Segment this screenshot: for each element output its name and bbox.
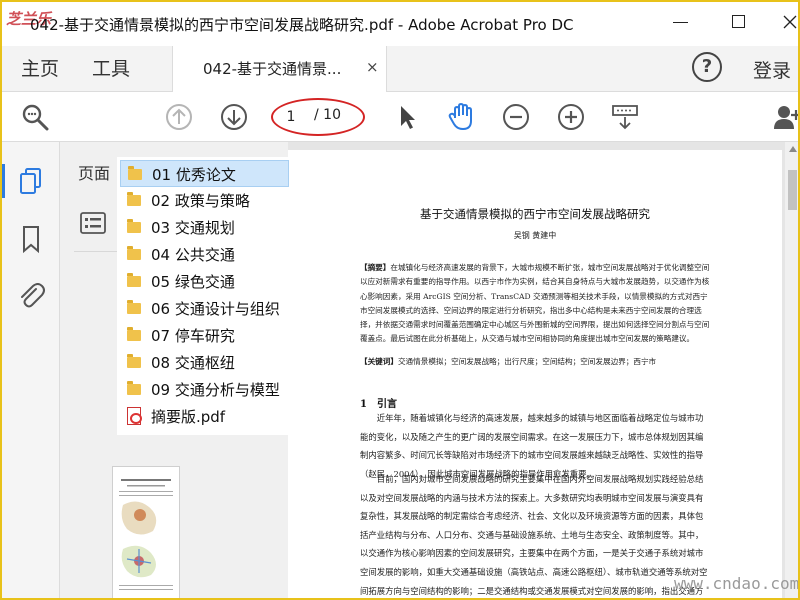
folder-item-label: 02 政策与策略 (151, 192, 250, 210)
pdf-file-icon (127, 407, 142, 425)
paragraph-2: 目前，国内对城市空间发展战略的研究主要集中在国内外空间发展战略规划实践经验总结以… (360, 474, 708, 596)
tab-close-button[interactable]: × (366, 58, 379, 76)
pdf-page: 基于交通情景模拟的西宁市空间发展战略研究 吴钢 黄建中 【摘要】在城镇化与经济高… (288, 150, 782, 598)
folder-icon (127, 381, 141, 395)
keywords-label: 【关键词】 (360, 357, 398, 366)
folder-icon (128, 166, 142, 180)
document-abstract: 【摘要】在城镇化与经济高速发展的背景下，大城市规模不断扩张，城市空间发展战略对于… (360, 261, 710, 347)
navigation-rail (2, 142, 60, 598)
abstract-text: 在城镇化与经济高速发展的背景下，大城市规模不断扩张，城市空间发展战略对于优化调整… (360, 263, 710, 344)
page-display-icon[interactable] (610, 102, 640, 132)
window-title: 042-基于交通情景模拟的西宁市空间发展战略研究.pdf - Adobe Acr… (30, 16, 574, 34)
maximize-button[interactable] (729, 12, 749, 32)
file-item[interactable]: 摘要版.pdf (120, 403, 289, 430)
zoom-out-icon[interactable] (501, 102, 531, 132)
folder-item[interactable]: 03 交通规划 (120, 214, 289, 241)
next-page-icon[interactable] (219, 102, 249, 132)
folder-icon (127, 246, 141, 260)
title-bar: 芝兰乐 042-基于交通情景模拟的西宁市空间发展战略研究.pdf - Adobe… (2, 2, 798, 46)
rail-active-indicator (2, 164, 5, 198)
close-icon (783, 15, 797, 29)
folder-item-label: 摘要版.pdf (151, 408, 226, 426)
document-viewer: 基于交通情景模拟的西宁市空间发展战略研究 吴钢 黄建中 【摘要】在城镇化与经济高… (288, 142, 798, 598)
menu-tab-bar: 主页 工具 042-基于交通情景... × ? 登录 (2, 46, 798, 92)
attachment-icon[interactable] (16, 280, 46, 310)
folder-icon (127, 327, 141, 341)
scroll-thumb[interactable] (788, 170, 797, 210)
folder-icon (127, 300, 141, 314)
highlight-annotation (271, 98, 365, 136)
abstract-label: 【摘要】 (360, 263, 391, 272)
search-icon[interactable] (20, 102, 50, 132)
folder-icon (127, 273, 141, 287)
document-title: 基于交通情景模拟的西宁市空间发展战略研究 (420, 207, 650, 221)
folder-icon (127, 219, 141, 233)
folder-item-label: 04 公共交通 (151, 246, 235, 264)
folder-item-label: 05 绿色交通 (151, 273, 235, 291)
folder-item[interactable]: 02 政策与策略 (120, 187, 289, 214)
select-arrow-icon[interactable] (392, 102, 422, 132)
document-authors: 吴钢 黄建中 (513, 231, 557, 240)
vertical-scrollbar[interactable] (785, 142, 798, 598)
folder-item[interactable]: 01 优秀论文 (120, 160, 289, 187)
login-button[interactable]: 登录 (753, 56, 791, 83)
hand-tool-icon[interactable] (446, 102, 476, 132)
folder-item-label: 06 交通设计与组织 (151, 300, 280, 318)
section-heading: 1 引言 (360, 399, 397, 410)
help-icon[interactable]: ? (692, 52, 722, 82)
panel-title: 页面 (78, 164, 111, 183)
scroll-up-arrow[interactable] (789, 146, 797, 152)
document-keywords: 【关键词】交通情景模拟；空间发展战略；出行尺度；空间结构；空间发展边界；西宁市 (360, 356, 710, 367)
panel-options-icon[interactable] (80, 212, 106, 234)
thumbnail-preview (119, 479, 173, 590)
folder-icon (127, 354, 141, 368)
bookmark-icon[interactable] (16, 224, 46, 254)
pages-icon[interactable] (16, 166, 46, 196)
folder-item[interactable]: 09 交通分析与模型 (120, 376, 289, 403)
watermark: www.cndao.com (674, 574, 800, 593)
keywords-text: 交通情景模拟；空间发展战略；出行尺度；空间结构；空间发展边界；西宁市 (397, 357, 657, 366)
folder-item-label: 07 停车研究 (151, 327, 235, 345)
document-tab[interactable]: 042-基于交通情景... × (172, 46, 387, 92)
zoom-in-icon[interactable] (556, 102, 586, 132)
toolbar: 1 / 10 (2, 92, 800, 142)
folder-item[interactable]: 05 绿色交通 (120, 268, 289, 295)
folder-list-popup: 01 优秀论文 02 政策与策略 03 交通规划 04 公共交通 05 绿色交通 06 交… (117, 157, 289, 435)
document-tab-label: 042-基于交通情景... (203, 60, 342, 78)
close-window-button[interactable] (780, 12, 798, 32)
folder-item-label: 01 优秀论文 (152, 166, 236, 184)
folder-icon (127, 192, 141, 206)
folder-item-label: 03 交通规划 (151, 219, 235, 237)
menu-tools[interactable]: 工具 (92, 54, 130, 81)
menu-home[interactable]: 主页 (21, 54, 59, 81)
folder-item[interactable]: 04 公共交通 (120, 241, 289, 268)
acrobat-window: 芝兰乐 042-基于交通情景模拟的西宁市空间发展战略研究.pdf - Adobe… (0, 0, 800, 600)
minimize-button[interactable] (671, 12, 691, 32)
folder-item[interactable]: 07 停车研究 (120, 322, 289, 349)
page-thumbnail[interactable] (112, 466, 180, 598)
folder-item-label: 09 交通分析与模型 (151, 381, 280, 399)
folder-item-label: 08 交通枢纽 (151, 354, 235, 372)
folder-item[interactable]: 08 交通枢纽 (120, 349, 289, 376)
share-user-icon[interactable] (772, 102, 800, 132)
prev-page-icon[interactable] (164, 102, 194, 132)
folder-item[interactable]: 06 交通设计与组织 (120, 295, 289, 322)
